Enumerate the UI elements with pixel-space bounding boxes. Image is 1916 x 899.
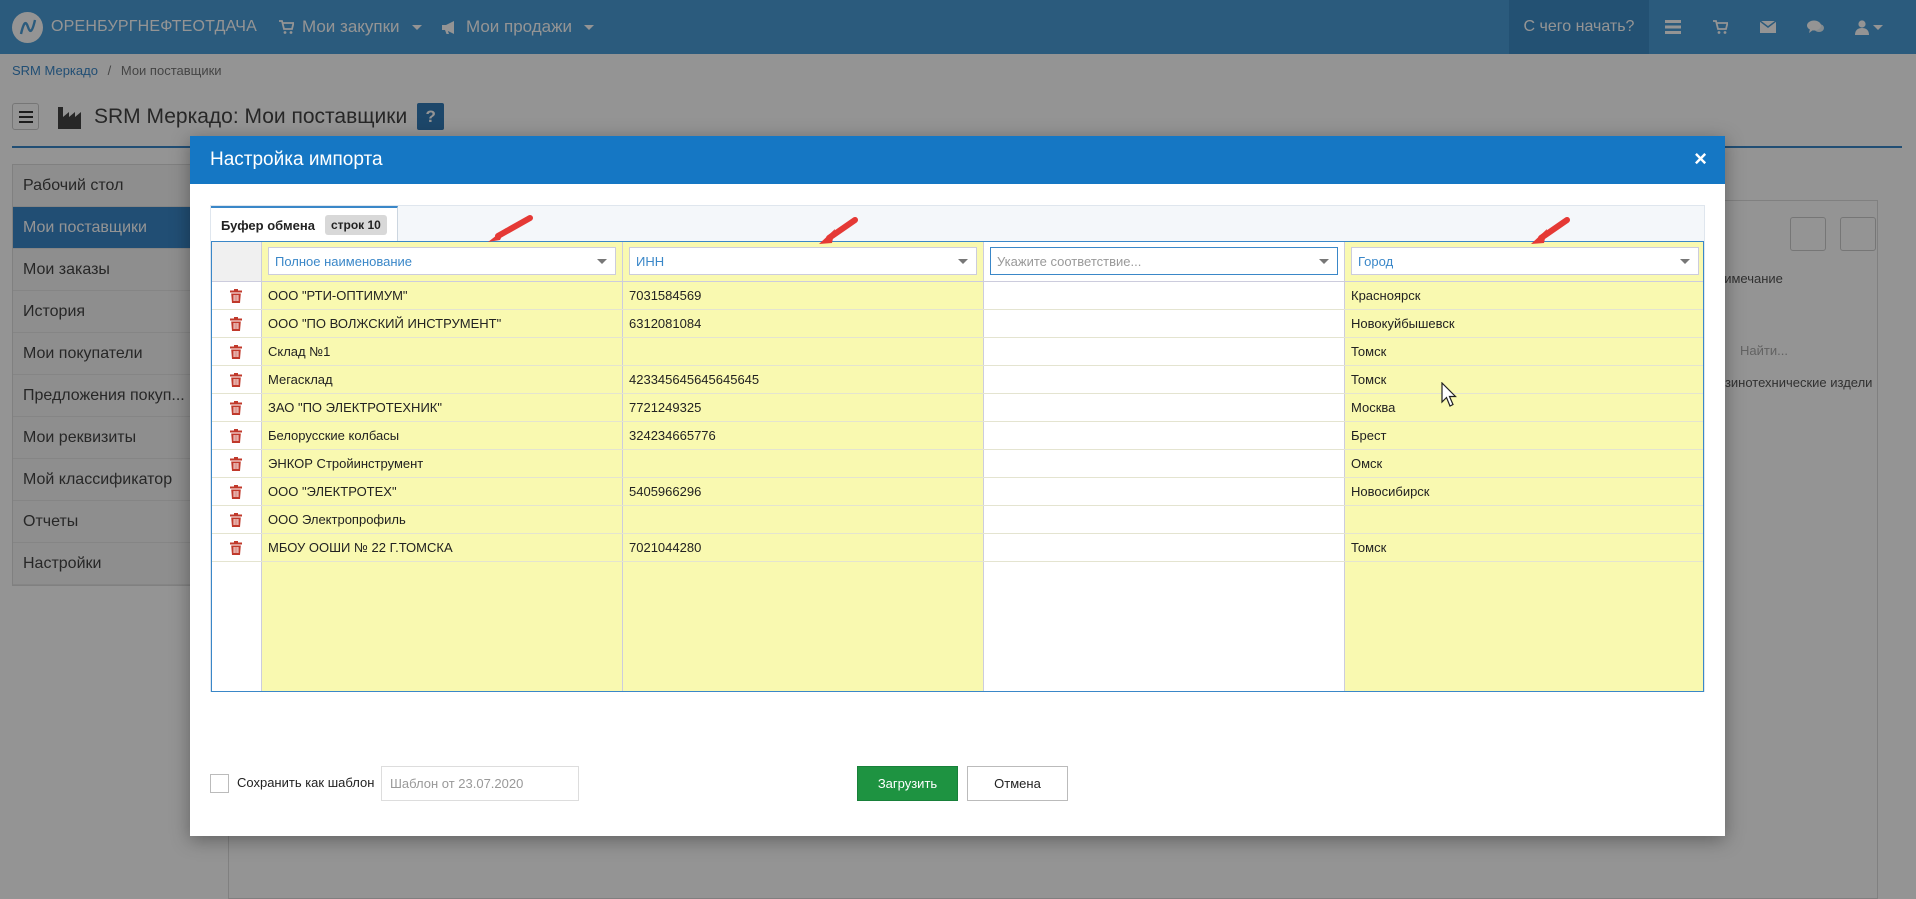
save-template-label: Сохранить как шаблон (237, 775, 375, 790)
import-tabs: Буфер обмена строк 10 Полное наименовани… (210, 205, 1705, 692)
import-settings-dialog: Настройка импорта × Буфер обмена строк 1… (190, 136, 1725, 836)
mapping-select-unmapped[interactable]: Укажите соответствие... (990, 247, 1338, 275)
table-cell: Белорусские колбасы (268, 428, 400, 443)
table-cell: Томск (1351, 344, 1387, 359)
trash-icon[interactable] (230, 317, 242, 331)
trash-icon[interactable] (230, 485, 242, 499)
mouse-cursor-icon (1441, 382, 1457, 407)
table-row: ЗАО "ПО ЭЛЕКТРОТЕХНИК" 7721249325 Москва (212, 394, 1703, 422)
table-cell (1345, 506, 1703, 534)
table-row: ООО Электропрофиль (212, 506, 1703, 534)
trash-icon[interactable] (230, 513, 242, 527)
table-cell: ООО "РТИ-ОПТИМУМ" (268, 288, 408, 303)
table-cell: Томск (1351, 540, 1387, 555)
chevron-down-icon (1319, 259, 1329, 264)
mapping-select-inn[interactable]: ИНН (629, 247, 977, 275)
table-cell: ЭНКОР Стройинструмент (268, 456, 424, 471)
chevron-down-icon (958, 259, 968, 264)
table-row: ЭНКОР Стройинструмент Омск (212, 450, 1703, 478)
table-row: Мегасклад 423345645645645645 Томск (212, 366, 1703, 394)
trash-icon[interactable] (230, 345, 242, 359)
table-cell (984, 394, 1345, 422)
table-cell: Склад №1 (268, 344, 331, 359)
header-inn: ИНН (623, 242, 984, 282)
trash-icon[interactable] (230, 401, 242, 415)
table-cell: ЗАО "ПО ЭЛЕКТРОТЕХНИК" (268, 400, 442, 415)
table-row: МБОУ ООШИ № 22 Г.ТОМСКА 7021044280 Томск (212, 534, 1703, 562)
table-row: ООО "ЭЛЕКТРОТЕХ" 5405966296 Новосибирск (212, 478, 1703, 506)
header-unmapped: Укажите соответствие... (984, 242, 1345, 282)
table-cell: Томск (1351, 372, 1387, 387)
table-cell (623, 338, 984, 366)
red-arrow-icon (819, 217, 858, 244)
red-arrow-icon (488, 215, 533, 242)
table-cell: Мегасклад (268, 372, 333, 387)
table-cell: ООО "ЭЛЕКТРОТЕХ" (268, 484, 397, 499)
table-cell: 7031584569 (629, 288, 702, 303)
table-cell (984, 534, 1345, 562)
table-cell (984, 366, 1345, 394)
cancel-button[interactable]: Отмена (967, 766, 1068, 801)
table-cell (984, 422, 1345, 450)
table-row: Склад №1 Томск (212, 338, 1703, 366)
load-button[interactable]: Загрузить (857, 766, 958, 801)
table-cell (984, 506, 1345, 534)
table-cell: Новокуйбышевск (1351, 316, 1455, 331)
actions-header (212, 242, 262, 282)
trash-icon[interactable] (230, 289, 242, 303)
dialog-header: Настройка импорта × (190, 136, 1725, 184)
chevron-down-icon (597, 259, 607, 264)
header-full-name: Полное наименование (262, 242, 623, 282)
trash-icon[interactable] (230, 457, 242, 471)
import-grid: Полное наименование ИНН Укажите соответс… (211, 241, 1704, 692)
template-name-input[interactable]: Шаблон от 23.07.2020 (381, 766, 579, 801)
trash-icon[interactable] (230, 541, 242, 555)
table-cell: 5405966296 (629, 484, 702, 499)
dialog-footer: Сохранить как шаблон Шаблон от 23.07.202… (190, 766, 1725, 806)
table-cell: ООО "ПО ВОЛЖСКИЙ ИНСТРУМЕНТ" (268, 316, 502, 331)
table-cell: 7021044280 (629, 540, 702, 555)
close-icon[interactable]: × (1694, 148, 1707, 170)
mapping-select-full-name[interactable]: Полное наименование (268, 247, 616, 275)
table-cell (984, 450, 1345, 478)
table-cell: МБОУ ООШИ № 22 Г.ТОМСКА (268, 540, 453, 555)
save-template-checkbox[interactable] (210, 774, 229, 793)
trash-icon[interactable] (230, 429, 242, 443)
table-cell: Омск (1351, 456, 1383, 471)
table-cell: 423345645645645645 (629, 372, 760, 387)
table-row: ООО "РТИ-ОПТИМУМ" 7031584569 Красноярск (212, 282, 1703, 310)
table-cell: Брест (1351, 428, 1387, 443)
table-cell: Красноярск (1351, 288, 1421, 303)
table-cell: 324234665776 (629, 428, 716, 443)
row-count-badge: строк 10 (324, 215, 387, 235)
trash-icon[interactable] (230, 373, 242, 387)
table-cell (984, 310, 1345, 338)
chevron-down-icon (1680, 259, 1690, 264)
table-cell: ООО Электропрофиль (268, 512, 406, 527)
table-cell (984, 478, 1345, 506)
table-cell (623, 506, 984, 534)
mapping-select-city[interactable]: Город (1351, 247, 1699, 275)
table-cell (623, 450, 984, 478)
dialog-title: Настройка импорта (210, 149, 383, 170)
table-cell: 7721249325 (629, 400, 702, 415)
tab-clipboard[interactable]: Буфер обмена строк 10 (211, 206, 398, 242)
table-row: Белорусские колбасы 324234665776 Брест (212, 422, 1703, 450)
header-city: Город (1345, 242, 1703, 282)
table-row: ООО "ПО ВОЛЖСКИЙ ИНСТРУМЕНТ" 6312081084 Но… (212, 310, 1703, 338)
table-cell: Москва (1351, 400, 1396, 415)
table-cell: 6312081084 (629, 316, 702, 331)
table-cell: Новосибирск (1351, 484, 1430, 499)
red-arrow-icon (1531, 217, 1570, 244)
table-cell (984, 282, 1345, 310)
table-cell (984, 338, 1345, 366)
tab-clipboard-label: Буфер обмена (221, 217, 315, 233)
